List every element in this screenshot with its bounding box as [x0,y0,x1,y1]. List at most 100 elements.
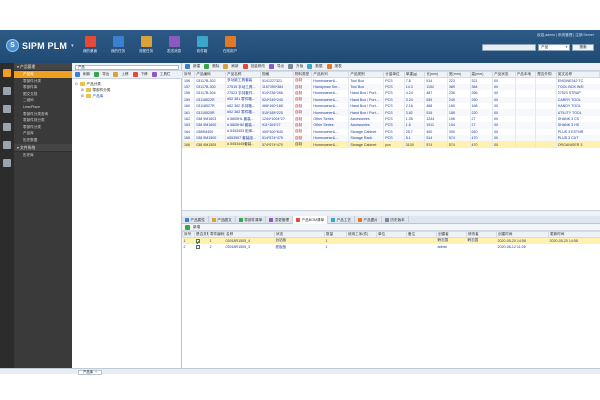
nav-item-1[interactable]: 零部件分类 [14,78,72,85]
row-checkbox[interactable] [195,238,200,243]
app-logo[interactable]: S SIPM PLM ▾ [6,39,74,52]
collapse-icon[interactable]: ⊟ [75,81,78,87]
user-info[interactable]: 欢迎,admin | 系统管理 | 注销 Server [537,33,594,38]
product-tool-label-7[interactable]: 报表 [335,64,342,69]
tab-4[interactable]: 产品BOM清单 [293,216,329,224]
product-toolbar: 新建 删除 刷新 批量修改 导出 升版 数据 报表 [182,63,600,71]
nav-group-product[interactable]: ▾ 产品管理 [14,63,72,71]
top-toolbar: 我的桌面 我的任务 流程任务 发送消息 收件箱 在线用户 [76,36,244,54]
table-cell: 自制 [292,141,312,148]
tree-node[interactable]: ⊞ 产品库 [72,93,182,99]
product-tool-icon-1[interactable] [204,64,210,69]
row-checkbox[interactable] [195,245,200,250]
search-button[interactable]: 搜索 [572,44,594,51]
tab-2[interactable]: 零部件清单 [236,216,267,224]
toolbar-button-label: 收件箱 [196,49,208,53]
nav-item-9[interactable]: 产品库 [14,130,72,137]
nav-item-files-0[interactable]: 历史库 [14,152,72,159]
app-title: SIPM PLM [22,40,68,51]
bom-table: 序号是否关联零件编码名称状态数量使用工序(件)单位备注创建者修改者创建时间更新时… [182,231,600,250]
product-tool-label-3[interactable]: 批量修改 [251,64,265,69]
settings-icon[interactable] [3,141,11,149]
tab-0[interactable]: 产品属性 [182,216,209,224]
bom-list-icon [296,218,301,222]
product-tool-icon-5[interactable] [288,64,294,69]
document-icon[interactable] [3,123,11,131]
toolbar-button-3[interactable]: 发送消息 [160,36,188,54]
nav-item-10[interactable]: 历史数据 [14,137,72,144]
tab-label: 产品图文 [217,218,232,222]
product-tool-icon-0[interactable] [185,64,190,69]
bom-cell: admin [437,245,448,250]
table-cell: 574 [424,141,448,148]
product-tool-label-6[interactable]: 数据 [315,64,322,69]
nav-item-3[interactable]: 图文文档 [14,91,72,98]
change-icon [269,218,274,222]
tab-3[interactable]: 变更管理 [266,216,294,224]
toolbar-button-2[interactable]: 流程任务 [132,36,160,54]
product-list-panel: 新建 删除 刷新 批量修改 导出 升版 数据 报表 序号 产品编码 产品名称 规格 物料类型 产品系列产… [181,63,600,368]
tree-tool-icon-4[interactable] [151,72,157,77]
book-icon[interactable] [3,159,11,167]
column-header[interactable]: 零件编码 [208,231,225,238]
tree-tool-label-3: 下移 [140,72,148,76]
tree-search-input[interactable]: 产品 [75,65,179,70]
tab-6[interactable]: 产品图片 [355,216,382,224]
tree-tool-icon-1[interactable] [94,72,100,77]
toolbar-button-5[interactable]: 在线用户 [216,36,244,54]
product-tool-icon-6[interactable] [307,64,313,69]
close-icon[interactable]: × [95,370,97,374]
table-cell: #.5453445套装... [225,141,261,148]
tree-tool-icon-0[interactable] [75,72,80,77]
toolbar-button-1[interactable]: 我的任务 [104,36,132,54]
column-header[interactable]: 是否关联 [194,231,209,238]
product-tool-label-1[interactable]: 删除 [212,64,219,69]
home-icon[interactable] [3,87,11,95]
tab-5[interactable]: 产品工艺 [328,216,356,224]
tab-1[interactable]: 产品图文 [209,216,236,224]
product-tool-label-2[interactable]: 刷新 [231,64,238,69]
top-header: S SIPM PLM ▾ 我的桌面 我的任务 流程任务 发送消息 收件箱 在线用户 欢迎,… [0,30,600,63]
column-header[interactable]: 物料类型 [292,71,313,78]
nav-group-files[interactable]: ▾ 文件系统 [14,143,72,152]
tab-label: 产品图片 [363,218,378,222]
open-page-tab[interactable]: 产品库 × [78,369,103,375]
tab-label: 产品工艺 [336,218,352,222]
tree-tool-icon-2[interactable] [113,72,119,77]
nav-item-0[interactable]: 产品库 [14,71,72,78]
product-tool-label-0[interactable]: 新建 [193,64,200,69]
nav-item-6[interactable]: 零部件分类查询 [14,111,72,118]
product-icon[interactable] [3,69,11,77]
nav-item-2[interactable]: 零部件库 [14,84,72,91]
bom-checkbox-cell[interactable] [195,244,209,250]
table-row[interactable]: 166 038 9M1505 #.5453445套装... 574*574*470 自制… [181,141,600,148]
nav-item-7[interactable]: 零部件到分类 [14,117,72,124]
toolbar-button-label: 发送消息 [166,49,182,53]
nav-item-8[interactable]: 零部件分类 [14,124,72,131]
product-tool-label-5[interactable]: 升版 [296,64,303,69]
table-cell: 27523 手持套件... [225,90,261,97]
product-tool-icon-2[interactable] [223,64,229,69]
add-icon[interactable] [185,224,190,230]
bom-row[interactable]: 2 2 03918R1505_3 底板板 1 admin 2020-06-12 11:26 [183,244,600,250]
folder-icon [85,88,91,92]
chevron-down-icon[interactable]: ▾ [71,43,74,49]
nav-item-4[interactable]: 二维码 [14,97,72,104]
tab-7[interactable]: 历史版本 [382,216,409,224]
product-tool-icon-3[interactable] [242,64,248,69]
tree-tool-icon-3[interactable] [132,72,138,77]
product-tool-icon-4[interactable] [268,64,274,69]
nav-item-5[interactable]: LeanPlace [14,104,72,111]
bom-cell: 03918R1505_3 [225,245,251,250]
expand-icon[interactable]: ⊞ [81,93,84,99]
search-scope-select[interactable]: 产品 ▼ [538,44,570,51]
calendar-icon[interactable] [3,105,11,113]
add-bom-button[interactable]: 新增 [193,225,200,230]
task-icon [112,36,124,47]
global-search-input[interactable] [482,44,536,51]
product-tool-icon-7[interactable] [326,64,332,69]
toolbar-button-4[interactable]: 收件箱 [188,36,216,54]
toolbar-button-0[interactable]: 我的桌面 [76,36,104,54]
tab-label: 历史版本 [390,218,405,222]
product-tool-label-4[interactable]: 导出 [277,64,284,69]
